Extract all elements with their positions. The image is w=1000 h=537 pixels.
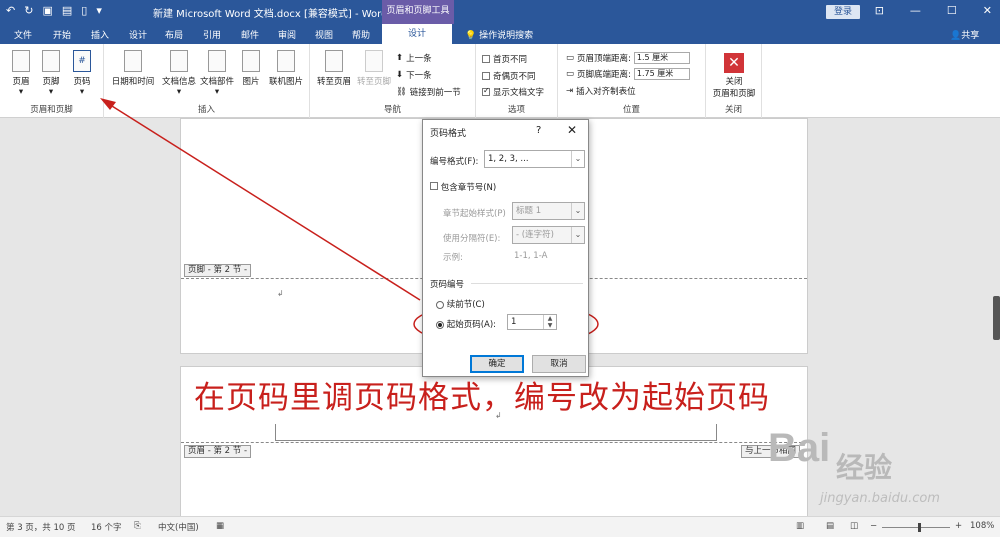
zoom-in-icon[interactable]: + — [955, 521, 962, 531]
separator-value: - (连字符) — [516, 230, 554, 240]
language[interactable]: 中文(中国) — [158, 521, 199, 533]
checkbox-icon — [430, 182, 438, 190]
format-value: 1, 2, 3, ... — [488, 154, 529, 164]
zoom-level[interactable]: 108% — [970, 521, 994, 531]
start-at-radio[interactable]: 起始页码(A): — [436, 318, 496, 330]
include-chapter-checkbox[interactable]: 包含章节号(N) — [430, 181, 496, 193]
help-icon[interactable]: ? — [536, 125, 541, 136]
print-layout-icon[interactable]: ▤ — [826, 521, 834, 531]
chapter-style-select[interactable]: 标题 1 ⌄ — [512, 202, 585, 220]
chevron-down-icon: ⌄ — [571, 151, 584, 167]
separator-label: 使用分隔符(E): — [443, 234, 501, 244]
start-at-input[interactable]: 1 ▲ ▼ — [507, 314, 557, 330]
dialog-title: 页码格式 — [430, 129, 467, 139]
word-count[interactable]: 16 个字 — [91, 521, 122, 533]
radio-icon — [436, 300, 444, 309]
annotation-caption: 在页码里调页码格式，编号改为起始页码 — [194, 380, 770, 416]
dialog-close-icon[interactable]: ✕ — [567, 123, 577, 137]
ok-button[interactable]: 确定 — [470, 355, 524, 373]
continue-label: 续前节(C) — [446, 300, 485, 310]
include-chapter-label: 包含章节号(N) — [440, 183, 497, 193]
numbering-section-title: 页码编号 — [430, 280, 465, 290]
watermark-brand: 经验 — [836, 451, 893, 484]
zoom-slider-handle[interactable] — [918, 523, 921, 532]
format-label: 编号格式(F): — [430, 157, 479, 167]
proofing-icon[interactable]: ⎘ — [134, 521, 141, 531]
chevron-down-icon: ⌄ — [571, 227, 584, 243]
continue-radio[interactable]: 续前节(C) — [436, 298, 485, 310]
separator-select[interactable]: - (连字符) ⌄ — [512, 226, 585, 244]
format-select[interactable]: 1, 2, 3, ... ⌄ — [484, 150, 585, 168]
watermark-logo: Bai — [768, 426, 831, 470]
example-label: 示例: — [443, 253, 463, 263]
section-divider — [471, 283, 583, 284]
spinner-icon[interactable]: ▲ ▼ — [543, 315, 556, 329]
read-mode-icon[interactable]: ▥ — [796, 521, 804, 531]
zoom-slider[interactable] — [882, 527, 950, 528]
status-bar: 第 3 页，共 10 页 16 个字 ⎘ 中文(中国) ▦ ▥ ▤ ◫ − + … — [0, 516, 1000, 537]
start-at-label: 起始页码(A): — [446, 320, 497, 330]
chevron-down-icon: ⌄ — [571, 203, 584, 219]
scrollbar-thumb[interactable] — [993, 296, 1000, 340]
watermark-url: jingyan.baidu.com — [820, 491, 940, 506]
zoom-out-icon[interactable]: − — [870, 521, 877, 531]
page-number-format-dialog: 页码格式 ? ✕ 编号格式(F): 1, 2, 3, ... ⌄ 包含章节号(N)… — [422, 119, 589, 377]
start-at-value: 1 — [511, 317, 517, 327]
radio-selected-icon — [436, 320, 444, 329]
cancel-button[interactable]: 取消 — [532, 355, 586, 373]
web-layout-icon[interactable]: ◫ — [850, 521, 858, 531]
example-value: 1-1, 1-A — [514, 251, 548, 261]
macro-icon[interactable]: ▦ — [216, 521, 224, 531]
page-count[interactable]: 第 3 页，共 10 页 — [6, 521, 76, 533]
chapter-style-label: 章节起始样式(P) — [443, 209, 506, 219]
chapter-style-value: 标题 1 — [516, 206, 542, 216]
